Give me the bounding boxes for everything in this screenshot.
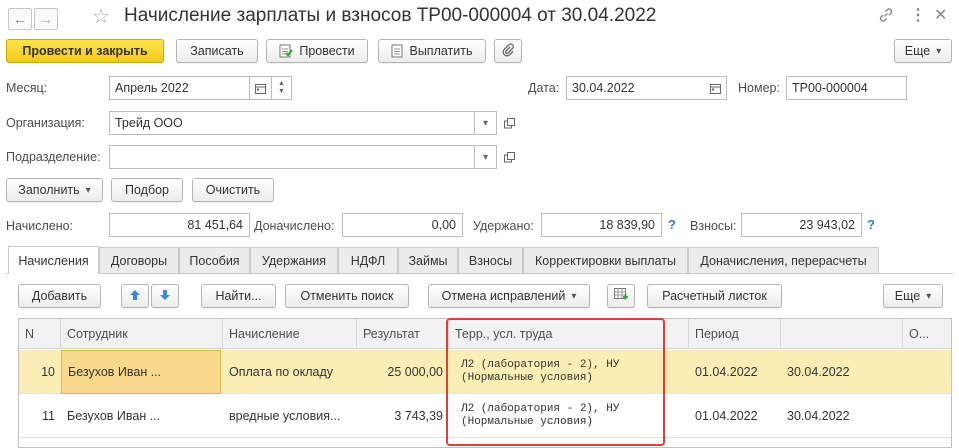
tab-loans[interactable]: Займы — [398, 247, 458, 273]
document-icon — [391, 44, 403, 58]
tab-benefits[interactable]: Пособия — [179, 247, 250, 273]
tab-accruals[interactable]: Начисления — [8, 246, 99, 274]
pay-button[interactable]: Выплатить — [378, 39, 486, 63]
organization-open-icon[interactable] — [498, 111, 520, 135]
tab-ndfl[interactable]: НДФЛ — [338, 247, 398, 273]
paperclip-icon — [501, 42, 515, 60]
payslip-button[interactable]: Расчетный листок — [647, 284, 782, 308]
accrual-cell[interactable]: Оплата по окладу — [223, 350, 357, 394]
column-header-period[interactable]: Период — [689, 319, 781, 349]
table-more-button[interactable]: Еще — [883, 284, 943, 308]
period-end-cell[interactable]: 30.04.2022 — [781, 350, 903, 394]
date-calendar-icon[interactable] — [705, 76, 727, 100]
tab-deductions[interactable]: Удержания — [250, 247, 338, 273]
arrow-right-icon: → — [39, 11, 53, 27]
territory-column-highlight — [446, 318, 665, 446]
table-grid-icon — [614, 288, 628, 304]
accrued-field: 81 451,64 — [109, 213, 250, 237]
kebab-menu-icon[interactable]: ⋮ — [910, 5, 926, 25]
add-row-button[interactable]: Добавить — [18, 284, 101, 308]
department-field[interactable] — [109, 145, 475, 169]
arrow-up-icon — [129, 289, 141, 304]
link-icon[interactable] — [878, 7, 894, 27]
row-number: 11 — [42, 409, 55, 423]
contributions-label: Взносы: — [690, 219, 737, 233]
department-label: Подразделение: — [6, 150, 101, 164]
favorite-star-icon[interactable]: ☆ — [92, 4, 110, 29]
attach-button[interactable] — [494, 39, 522, 63]
extra-accrued-field: 0,00 — [342, 213, 463, 237]
accrued-label: Начислено: — [6, 219, 74, 233]
contributions-field: 23 943,02 — [741, 213, 862, 237]
date-label: Дата: — [528, 81, 560, 95]
employee-cell[interactable]: Безухов Иван ... — [61, 350, 221, 394]
close-icon[interactable]: ✕ — [934, 5, 947, 25]
column-header-period-end[interactable] — [781, 319, 903, 349]
forward-button[interactable]: → — [34, 8, 58, 30]
page-title: Начисление зарплаты и взносов ТР00-00000… — [124, 5, 657, 26]
table-settings-button[interactable] — [607, 284, 635, 308]
employee-cell[interactable]: Безухов Иван ... — [61, 394, 221, 438]
extra-accrued-label: Доначислено: — [254, 219, 335, 233]
department-dropdown-icon[interactable]: ▾ — [475, 145, 497, 169]
tab-contracts[interactable]: Договоры — [99, 247, 179, 273]
more-button[interactable]: Еще — [894, 39, 952, 63]
move-down-button[interactable] — [151, 284, 179, 308]
withheld-help-icon[interactable]: ? — [668, 217, 676, 232]
row-number: 10 — [41, 365, 55, 379]
result-cell[interactable]: 3 743,39 — [357, 394, 449, 438]
number-label: Номер: — [738, 81, 780, 95]
select-button[interactable]: Подбор — [111, 178, 183, 202]
column-header-accrual[interactable]: Начисление — [223, 319, 357, 349]
post-document-icon — [279, 44, 294, 58]
number-field[interactable]: ТР00-000004 — [786, 76, 907, 100]
organization-field[interactable]: Трейд ООО — [109, 111, 475, 135]
date-field[interactable]: 30.04.2022 — [566, 76, 706, 100]
column-header-n[interactable]: N — [19, 319, 61, 349]
arrow-down-icon — [159, 289, 171, 304]
save-button[interactable]: Записать — [176, 39, 258, 63]
post-button[interactable]: Провести — [266, 39, 368, 63]
post-and-close-button[interactable]: Провести и закрыть — [6, 39, 164, 63]
month-label: Месяц: — [6, 81, 48, 95]
period-start-cell[interactable]: 01.04.2022 — [689, 394, 781, 438]
calendar-icon[interactable] — [250, 76, 272, 100]
tab-recalculations[interactable]: Доначисления, перерасчеты — [688, 247, 879, 273]
period-start-cell[interactable]: 01.04.2022 — [689, 350, 781, 394]
withheld-label: Удержано: — [473, 219, 534, 233]
back-button[interactable]: ← — [8, 8, 32, 30]
organization-dropdown-icon[interactable]: ▾ — [475, 111, 497, 135]
cancel-corrections-button[interactable]: Отмена исправлений — [428, 284, 590, 308]
find-button[interactable]: Найти... — [201, 284, 276, 308]
fill-button[interactable]: Заполнить — [6, 178, 103, 202]
stepper-down-icon[interactable]: ▼ — [278, 88, 285, 96]
tab-contributions[interactable]: Взносы — [458, 247, 523, 273]
tab-payment-adjustments[interactable]: Корректировки выплаты — [523, 247, 688, 273]
move-up-button[interactable] — [121, 284, 149, 308]
month-stepper[interactable]: ▲ ▼ — [272, 76, 292, 100]
contributions-help-icon[interactable]: ? — [867, 217, 875, 232]
clear-button[interactable]: Очистить — [192, 178, 274, 202]
organization-label: Организация: — [6, 116, 85, 130]
month-field[interactable]: Апрель 2022 — [109, 76, 250, 100]
withheld-field: 18 839,90 — [541, 213, 662, 237]
cancel-search-button[interactable]: Отменить поиск — [285, 284, 409, 308]
arrow-left-icon: ← — [13, 11, 27, 27]
period-end-cell[interactable]: 30.04.2022 — [781, 394, 903, 438]
column-header-employee[interactable]: Сотрудник — [61, 319, 223, 349]
result-cell[interactable]: 25 000,00 — [357, 350, 449, 394]
stepper-up-icon[interactable]: ▲ — [278, 80, 285, 88]
column-header-result[interactable]: Результат — [357, 319, 449, 349]
department-open-icon[interactable] — [498, 145, 520, 169]
accrual-cell[interactable]: вредные условия... — [223, 394, 357, 438]
column-header-other[interactable]: О... — [903, 319, 951, 349]
